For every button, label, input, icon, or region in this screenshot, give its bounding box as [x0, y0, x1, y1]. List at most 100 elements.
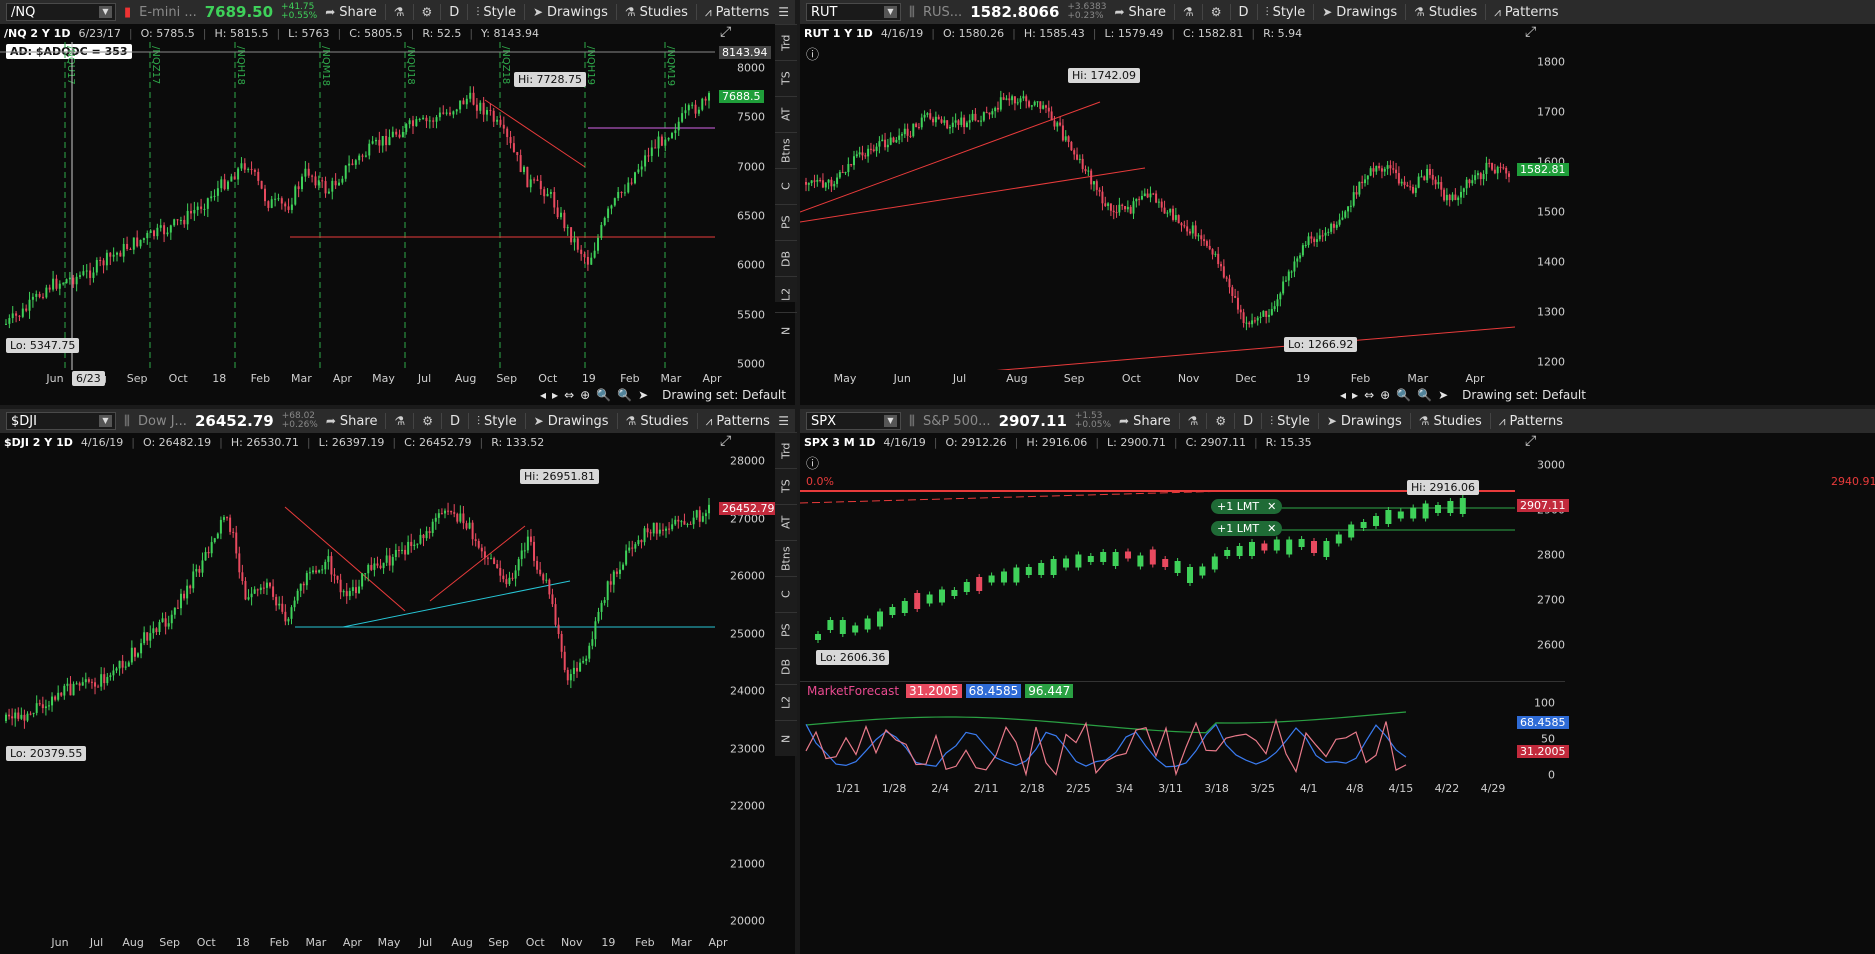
sidebar-tab-at[interactable]: AT	[775, 504, 797, 540]
chart-settings-icon[interactable]: ⤢	[1525, 24, 1536, 40]
time-axis[interactable]: JunAugSepOct18FebMarAprMayJulAugSepOct19…	[0, 372, 721, 386]
chart-settings-icon[interactable]: ⤢	[720, 433, 731, 449]
pan-icon[interactable]: ⇔	[1364, 388, 1374, 402]
sidebar-tab-n[interactable]: N	[775, 312, 797, 348]
chevron-down-icon[interactable]: ▼	[99, 6, 112, 18]
patterns-button[interactable]: ⩘ Patterns	[1494, 5, 1558, 20]
style-button[interactable]: ⫶ Style	[476, 5, 516, 20]
chart-settings-icon[interactable]: ⤢	[1525, 433, 1536, 449]
sidebar-tab-db[interactable]: DB	[775, 240, 797, 276]
style-button[interactable]: ⫶ Style	[1270, 414, 1310, 429]
crosshair-icon[interactable]: ⊕	[580, 388, 590, 402]
period-button[interactable]: D	[450, 414, 460, 429]
settings-button[interactable]: ⚙	[422, 414, 433, 428]
price-axis[interactable]: 28000 27000 26000 25000 24000 23000 22000 21000…	[715, 451, 765, 928]
share-button[interactable]: ➦ Share	[1119, 414, 1171, 429]
studies-flask-button[interactable]: ⚗	[1183, 5, 1194, 19]
sidebar-tab-btns[interactable]: Btns	[775, 132, 797, 168]
chart-settings-icon[interactable]: ⤢	[720, 24, 731, 40]
time-axis[interactable]: May Jun Jul Aug Sep Oct Nov Dec 19 Feb Mar Apr	[800, 372, 1515, 386]
scroll-left-icon[interactable]: ◂	[540, 388, 546, 402]
settings-button[interactable]: ⚙	[1211, 5, 1222, 19]
zoom-in-icon[interactable]: 🔍	[596, 388, 611, 402]
market-forecast-plot[interactable]	[800, 701, 1515, 777]
zoom-in-icon[interactable]: 🔍	[1396, 388, 1411, 402]
sidebar-tab-l2[interactable]: L2	[775, 276, 797, 312]
settings-button[interactable]: ⚙	[1215, 414, 1226, 428]
drawing-set-label[interactable]: Drawing set: Default	[662, 388, 786, 402]
style-button[interactable]: ⫶ Style	[1266, 5, 1306, 20]
patterns-button[interactable]: ⩘ Patterns	[705, 5, 769, 20]
time-axis[interactable]: Jun Jul Aug Sep Oct 18 Feb Mar Apr May Jul Aug Sep Oc…	[0, 936, 727, 950]
style-button[interactable]: ⫶ Style	[477, 414, 517, 429]
share-button[interactable]: ➦ Share	[326, 414, 378, 429]
limit-order-1[interactable]: +1 LMT ✕	[1211, 499, 1283, 514]
crosshair-icon[interactable]: ⊕	[1380, 388, 1390, 402]
scroll-right-icon[interactable]: ▸	[552, 388, 558, 402]
price-axis[interactable]: 30002900280027002600	[1515, 451, 1565, 679]
link-icon[interactable]: ⫼	[124, 414, 130, 429]
sidebar-tab-db[interactable]: DB	[775, 648, 797, 684]
scroll-right-icon[interactable]: ▸	[1352, 388, 1358, 402]
drawings-button[interactable]: ➤ Drawings	[534, 414, 609, 429]
link-icon[interactable]: ⫼	[909, 414, 915, 429]
chevron-down-icon[interactable]: ▼	[884, 6, 897, 18]
drawing-set-label[interactable]: Drawing set: Default	[1462, 388, 1586, 402]
study-axis[interactable]: 100 50 0	[1515, 697, 1555, 782]
symbol-selector[interactable]: SPX ▼	[806, 412, 901, 430]
price-plot[interactable]	[800, 42, 1515, 370]
sidebar-tab-ts[interactable]: TS	[775, 60, 797, 96]
patterns-button[interactable]: ⩘ Patterns	[706, 414, 770, 429]
sidebar-tab-btns[interactable]: Btns	[775, 540, 797, 576]
sidebar-tab-c[interactable]: C	[775, 576, 797, 612]
sidebar-tab-trd[interactable]: Trd	[775, 24, 797, 60]
symbol-selector[interactable]: $DJI ▼	[6, 412, 116, 430]
close-icon[interactable]: ✕	[1267, 500, 1276, 513]
price-axis[interactable]: 1800 1700 1600 1500 1400 1300 1200	[1515, 42, 1565, 370]
close-icon[interactable]: ✕	[1267, 522, 1276, 535]
drawings-button[interactable]: ➤ Drawings	[1327, 414, 1402, 429]
sidebar-tab-c[interactable]: C	[775, 168, 797, 204]
scroll-left-icon[interactable]: ◂	[1340, 388, 1346, 402]
limit-order-2[interactable]: +1 LMT ✕	[1211, 521, 1283, 536]
sidebar-tab-ps[interactable]: PS	[775, 612, 797, 648]
studies-flask-button[interactable]: ⚗	[1188, 414, 1199, 428]
menu-button[interactable]: ☰	[778, 5, 789, 19]
alert-icon[interactable]: ▮	[124, 5, 131, 20]
studies-flask-button[interactable]: ⚗	[394, 414, 405, 428]
symbol-selector[interactable]: /NQ ▼	[6, 3, 116, 21]
sidebar-tab-l2[interactable]: L2	[775, 684, 797, 720]
chevron-down-icon[interactable]: ▼	[884, 415, 897, 427]
pane-divider[interactable]	[800, 681, 1565, 682]
studies-button[interactable]: ⚗ Studies	[626, 414, 689, 429]
drawings-button[interactable]: ➤ Drawings	[533, 5, 608, 20]
settings-button[interactable]: ⚙	[422, 5, 433, 19]
symbol-selector[interactable]: RUT ▼	[806, 3, 901, 21]
studies-button[interactable]: ⚗ Studies	[625, 5, 688, 20]
patterns-button[interactable]: ⩘ Patterns	[1499, 414, 1563, 429]
link-icon[interactable]: ⫼	[909, 5, 915, 20]
period-button[interactable]: D	[1243, 414, 1253, 429]
cursor-icon[interactable]: ➤	[638, 388, 648, 402]
sidebar-tab-ps[interactable]: PS	[775, 204, 797, 240]
share-button[interactable]: ➦ Share	[325, 5, 377, 20]
price-plot[interactable]: /NQU17/NQZ17/NQH18/NQM18/NQU18/NQZ18/NQH…	[0, 42, 715, 370]
zoom-out-icon[interactable]: 🔍	[617, 388, 632, 402]
price-plot[interactable]	[0, 451, 715, 927]
menu-button[interactable]: ☰	[778, 414, 789, 428]
sidebar-tab-n[interactable]: N	[775, 720, 797, 756]
period-button[interactable]: D	[449, 5, 459, 20]
chevron-down-icon[interactable]: ▼	[99, 415, 112, 427]
studies-flask-button[interactable]: ⚗	[394, 5, 405, 19]
studies-button[interactable]: ⚗ Studies	[1419, 414, 1482, 429]
sidebar-tab-ts[interactable]: TS	[775, 468, 797, 504]
zoom-out-icon[interactable]: 🔍	[1417, 388, 1432, 402]
sidebar-tab-trd[interactable]: Trd	[775, 432, 797, 468]
sidebar-tab-at[interactable]: AT	[775, 96, 797, 132]
studies-button[interactable]: ⚗ Studies	[1414, 5, 1477, 20]
pan-icon[interactable]: ⇔	[564, 388, 574, 402]
cursor-icon[interactable]: ➤	[1438, 388, 1448, 402]
period-button[interactable]: D	[1239, 5, 1249, 20]
drawings-button[interactable]: ➤ Drawings	[1322, 5, 1397, 20]
share-button[interactable]: ➦ Share	[1114, 5, 1166, 20]
